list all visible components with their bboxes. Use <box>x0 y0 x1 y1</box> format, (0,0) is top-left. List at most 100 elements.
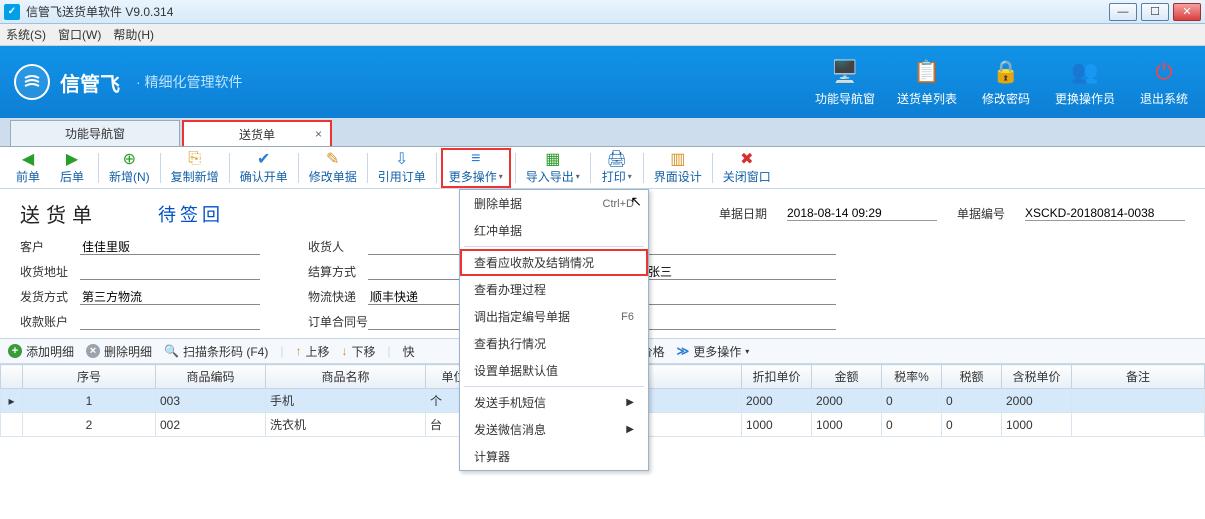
arrow-down-icon: ↓ <box>341 344 347 358</box>
col-tax-rate[interactable]: 税率% <box>882 365 942 389</box>
cell-tax-price[interactable]: 2000 <box>1002 389 1072 413</box>
add-detail-button[interactable]: +添加明细 <box>8 343 74 360</box>
tab-close-icon[interactable]: × <box>303 127 322 141</box>
dd-red[interactable]: 红冲单据 <box>460 217 648 244</box>
layout-button[interactable]: ▥界面设计 <box>648 148 708 188</box>
next-button[interactable]: ▶后单 <box>50 148 94 188</box>
del-detail-button[interactable]: ×删除明细 <box>86 343 152 360</box>
banner-list-button[interactable]: 📋 送货单列表 <box>897 58 957 107</box>
plus-circle-icon: ⊕ <box>123 150 136 168</box>
excel-icon: ▦ <box>545 150 560 168</box>
banner-pwd-button[interactable]: 🔒 修改密码 <box>979 58 1033 107</box>
maximize-button[interactable]: ☐ <box>1141 3 1169 21</box>
cell-seq[interactable]: 2 <box>23 413 156 437</box>
arrow-left-icon: ◀ <box>22 150 34 168</box>
row-indicator: ▸ <box>1 389 23 413</box>
cell-tax[interactable]: 0 <box>942 413 1002 437</box>
menu-window[interactable]: 窗口(W) <box>58 26 101 43</box>
cell-tax-price[interactable]: 1000 <box>1002 413 1072 437</box>
close-button[interactable]: ✕ <box>1173 3 1201 21</box>
recv-addr-field[interactable] <box>80 263 260 280</box>
dd-call-num[interactable]: 调出指定编号单据F6 <box>460 303 648 330</box>
banner-operator-button[interactable]: 👥 更换操作员 <box>1055 58 1115 107</box>
cell-disc-price[interactable]: 1000 <box>742 413 812 437</box>
more-dropdown: 删除单据Ctrl+D 红冲单据 查看应收款及结销情况↖ 查看办理过程 调出指定编… <box>459 189 649 471</box>
down-button[interactable]: ↓下移 <box>341 343 375 360</box>
acct-label: 收款账户 <box>20 313 80 330</box>
cell-tax[interactable]: 0 <box>942 389 1002 413</box>
remark-field[interactable] <box>646 313 836 330</box>
dd-view-exec[interactable]: 查看执行情况 <box>460 330 648 357</box>
col-remark[interactable]: 备注 <box>1072 365 1205 389</box>
banner-exit-button[interactable]: ⏻ 退出系统 <box>1137 58 1191 107</box>
cell-seq[interactable]: 1 <box>23 389 156 413</box>
customer-field[interactable] <box>80 238 260 255</box>
sales-field[interactable] <box>646 263 836 280</box>
col-code[interactable]: 商品编码 <box>156 365 266 389</box>
num-field[interactable] <box>1025 206 1185 221</box>
cell-name[interactable]: 手机 <box>266 389 426 413</box>
dd-view-recv[interactable]: 查看应收款及结销情况↖ <box>460 249 648 276</box>
confirm-button[interactable]: ✔确认开单 <box>234 148 294 188</box>
tab-nav-label: 功能导航窗 <box>65 125 125 142</box>
close-window-button[interactable]: ✖关闭窗口 <box>717 148 777 188</box>
copy-new-button[interactable]: ⎘复制新增 <box>165 148 225 188</box>
dd-delete[interactable]: 删除单据Ctrl+D <box>460 190 648 217</box>
phone-field[interactable] <box>646 238 836 255</box>
tab-nav[interactable]: 功能导航窗 <box>10 120 180 146</box>
pencil-icon: ✎ <box>326 150 339 168</box>
cell-amount[interactable]: 2000 <box>812 389 882 413</box>
acct-field[interactable] <box>80 313 260 330</box>
dd-send-wx[interactable]: 发送微信消息▶ <box>460 416 648 443</box>
banner-nav-button[interactable]: 🖥️ 功能导航窗 <box>815 58 875 107</box>
print-button[interactable]: 🖨打印▾ <box>595 148 639 188</box>
col-disc-price[interactable]: 折扣单价 <box>742 365 812 389</box>
col-name[interactable]: 商品名称 <box>266 365 426 389</box>
layout-icon: ▥ <box>670 150 685 168</box>
cell-disc-price[interactable]: 2000 <box>742 389 812 413</box>
dd-view-process[interactable]: 查看办理过程 <box>460 276 648 303</box>
quick-button[interactable]: 快 <box>403 343 415 360</box>
menu-system[interactable]: 系统(S) <box>6 26 46 43</box>
banner-nav-label: 功能导航窗 <box>815 90 875 107</box>
col-tax[interactable]: 税额 <box>942 365 1002 389</box>
dd-send-sms[interactable]: 发送手机短信▶ <box>460 389 648 416</box>
tab-delivery[interactable]: 送货单 × <box>182 120 332 146</box>
scan-button[interactable]: 🔍扫描条形码 (F4) <box>164 343 268 360</box>
more-ops-button[interactable]: ≫更多操作▾ <box>677 343 750 360</box>
barcode-icon: 🔍 <box>164 344 179 358</box>
io-button[interactable]: ▦导入导出▾ <box>520 148 586 188</box>
minimize-button[interactable]: — <box>1109 3 1137 21</box>
edit-button[interactable]: ✎修改单据 <box>303 148 363 188</box>
x-icon: ✖ <box>740 150 753 168</box>
cell-code[interactable]: 003 <box>156 389 266 413</box>
cell-amount[interactable]: 1000 <box>812 413 882 437</box>
more-button[interactable]: ≡更多操作▾ <box>441 148 511 188</box>
app-banner: 信管飞 · 精细化管理软件 🖥️ 功能导航窗 📋 送货单列表 🔒 修改密码 👥 … <box>0 46 1205 118</box>
quote-button[interactable]: ⇩引用订单 <box>372 148 432 188</box>
menu-help[interactable]: 帮助(H) <box>113 26 154 43</box>
date-field[interactable] <box>787 206 937 221</box>
cursor-icon: ↖ <box>630 193 642 210</box>
cell-tax-rate[interactable]: 0 <box>882 413 942 437</box>
this-pay-field[interactable] <box>646 288 836 305</box>
dd-set-default[interactable]: 设置单据默认值 <box>460 357 648 384</box>
prev-button[interactable]: ◀前单 <box>6 148 50 188</box>
col-tax-price[interactable]: 含税单价 <box>1002 365 1072 389</box>
dd-calc[interactable]: 计算器 <box>460 443 648 470</box>
col-seq[interactable]: 序号 <box>23 365 156 389</box>
row-indicator-header <box>1 365 23 389</box>
cell-remark[interactable] <box>1072 389 1205 413</box>
cell-tax-rate[interactable]: 0 <box>882 389 942 413</box>
row-indicator <box>1 413 23 437</box>
new-button[interactable]: ⊕新增(N) <box>103 148 156 188</box>
chevron-down-icon: ▾ <box>499 172 503 181</box>
cell-code[interactable]: 002 <box>156 413 266 437</box>
up-button[interactable]: ↑上移 <box>295 343 329 360</box>
banner-list-label: 送货单列表 <box>897 90 957 107</box>
cell-remark[interactable] <box>1072 413 1205 437</box>
cell-name[interactable]: 洗衣机 <box>266 413 426 437</box>
ship-field[interactable] <box>80 288 260 305</box>
col-amount[interactable]: 金额 <box>812 365 882 389</box>
logo-icon <box>14 64 50 100</box>
